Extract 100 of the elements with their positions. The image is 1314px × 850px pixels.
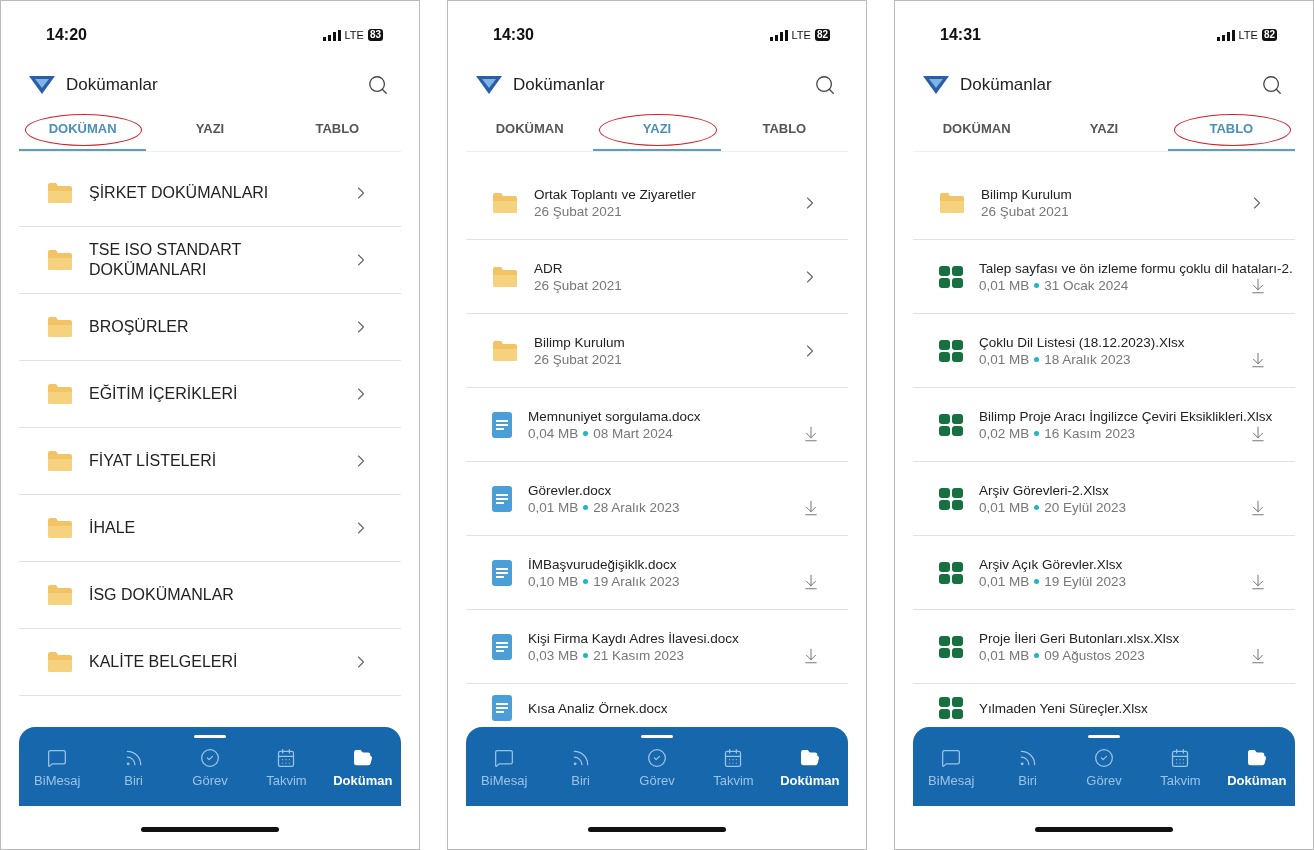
tab[interactable]: YAZI (593, 109, 721, 151)
list-item[interactable]: EĞİTİM İÇERİKLERİ (19, 361, 401, 428)
file-size: 0,01 MB (979, 276, 1030, 294)
status-time: 14:20 (46, 25, 87, 45)
download-icon[interactable] (1249, 351, 1267, 369)
list-item[interactable]: İHALE (19, 495, 401, 562)
list-item[interactable]: TSE ISO STANDART DOKÜMANLARI (19, 227, 401, 294)
tab[interactable]: YAZI (146, 109, 274, 151)
tab[interactable]: TABLO (273, 109, 401, 151)
list-item[interactable]: Bilimp Kurulum 26 Şubat 2021 (466, 314, 848, 388)
list-item[interactable]: Bilimp Kurulum 26 Şubat 2021 (913, 166, 1295, 240)
folder-icon (47, 383, 73, 405)
list-item[interactable]: BROŞÜRLER (19, 294, 401, 361)
status-time: 14:30 (493, 25, 534, 45)
item-date: 26 Şubat 2021 (534, 350, 622, 368)
logo-icon (923, 76, 949, 94)
drag-handle[interactable] (194, 735, 226, 738)
item-name: Kişi Firma Kaydı Adres İlavesi.docx (528, 629, 739, 647)
item-date: 19 Aralık 2023 (593, 572, 680, 590)
tab[interactable]: DOKÜMAN (913, 109, 1041, 151)
list-item[interactable]: Arşiv Görevleri-2.Xlsx 0,01 MB 20 Eylül 2023 (913, 462, 1295, 536)
tab[interactable]: DOKÜMAN (466, 109, 594, 151)
item-name: KALİTE BELGELERİ (89, 652, 239, 672)
tab[interactable]: TABLO (720, 109, 848, 151)
logo-icon (29, 76, 55, 94)
list-item[interactable]: Kişi Firma Kaydı Adres İlavesi.docx 0,03 MB 21 Kasım 2023 (466, 610, 848, 684)
search-icon[interactable] (367, 74, 389, 96)
download-icon[interactable] (1249, 277, 1267, 295)
search-icon[interactable] (814, 74, 836, 96)
item-date: 31 Ocak 2024 (1044, 276, 1129, 294)
list-item[interactable]: Yılmaden Yeni Süreçler.Xlsx (913, 694, 1295, 722)
check-circle-icon (1094, 748, 1114, 768)
list-item[interactable]: İSG DOKÜMANLAR (19, 562, 401, 629)
list-item[interactable]: Talep sayfası ve ön izleme formu çoklu dil hataları-2. 0,01 MB 31 Ocak 2024 (913, 240, 1295, 314)
spreadsheet-icon (939, 635, 963, 658)
folder-icon (799, 748, 820, 768)
chat-bubble-icon (47, 748, 68, 768)
signal-icon (322, 29, 341, 41)
item-name: Arşiv Görevleri-2.Xlsx (979, 481, 1109, 499)
folder-icon (47, 584, 73, 606)
download-icon[interactable] (1249, 573, 1267, 591)
document-icon (492, 485, 512, 512)
calendar-icon (1170, 748, 1191, 768)
list-item[interactable]: Ortak Toplantı ve Ziyaretler 26 Şubat 2021 (466, 166, 848, 240)
download-icon[interactable] (802, 573, 820, 591)
battery-level: 83 (367, 29, 383, 41)
download-icon[interactable] (1249, 425, 1267, 443)
tab[interactable]: YAZI (1040, 109, 1168, 151)
document-icon (492, 411, 512, 438)
list-item[interactable]: Kısa Analiz Örnek.docx (466, 694, 848, 722)
folder-icon (492, 339, 518, 362)
item-name: Bilimp Proje Aracı İngilizce Çeviri Eksiklikleri.Xlsx (979, 407, 1273, 425)
list-item[interactable]: ADR 26 Şubat 2021 (466, 240, 848, 314)
spreadsheet-icon (939, 413, 963, 436)
spreadsheet-icon (939, 697, 963, 719)
list-item[interactable]: Bilimp Proje Aracı İngilizce Çeviri Eksiklikleri.Xlsx 0,02 MB 16 Kasım 2023 (913, 388, 1295, 462)
spreadsheet-icon (939, 265, 963, 288)
download-icon[interactable] (802, 425, 820, 443)
nav-tab[interactable]: Doküman (1218, 748, 1296, 791)
check-circle-icon (647, 748, 667, 768)
network-label: LTE (1238, 27, 1258, 43)
file-size: 0,01 MB (979, 498, 1030, 516)
list-item[interactable]: Arşiv Açık Görevler.Xlsx 0,01 MB 19 Eylül 2023 (913, 536, 1295, 610)
item-name: İMBaşvurudeğişiklk.docx (528, 555, 677, 573)
tab[interactable]: TABLO (1167, 109, 1295, 151)
download-icon[interactable] (802, 647, 820, 665)
item-date: 21 Kasım 2023 (593, 646, 685, 664)
item-name: Çoklu Dil Listesi (18.12.2023).Xlsx (979, 333, 1185, 351)
drag-handle[interactable] (641, 735, 673, 738)
network-label: LTE (791, 27, 811, 43)
list-item[interactable]: KALİTE BELGELERİ (19, 629, 401, 696)
tab[interactable]: DOKÜMAN (19, 109, 147, 151)
nav-tab[interactable]: Doküman (771, 748, 849, 791)
nav-tab[interactable]: Doküman (324, 748, 402, 791)
list-item[interactable]: Proje İleri Geri Butonları.xlsx.Xlsx 0,01 MB 09 Ağustos 2023 (913, 610, 1295, 684)
item-date: 26 Şubat 2021 (534, 202, 622, 220)
list-item[interactable]: FİYAT LİSTELERİ (19, 428, 401, 495)
download-icon[interactable] (1249, 499, 1267, 517)
list-item[interactable]: İMBaşvurudeğişiklk.docx 0,10 MB 19 Aralık 2023 (466, 536, 848, 610)
page-title: Dokümanlar (66, 74, 159, 97)
download-icon[interactable] (1249, 647, 1267, 665)
item-name: Bilimp Kurulum (981, 185, 1072, 203)
file-size: 0,01 MB (979, 646, 1030, 664)
list-item[interactable]: ŞİRKET DOKÜMANLARI (19, 160, 401, 227)
network-label: LTE (344, 27, 364, 43)
item-name: EĞİTİM İÇERİKLERİ (89, 384, 239, 404)
list-item[interactable]: Memnuniyet sorgulama.docx 0,04 MB 08 Mart 2024 (466, 388, 848, 462)
check-circle-icon (200, 748, 220, 768)
calendar-icon (723, 748, 744, 768)
file-size: 0,10 MB (528, 572, 579, 590)
list-item[interactable]: Görevler.docx 0,01 MB 28 Aralık 2023 (466, 462, 848, 536)
list-item[interactable]: Çoklu Dil Listesi (18.12.2023).Xlsx 0,01 MB 18 Aralık 2023 (913, 314, 1295, 388)
drag-handle[interactable] (1088, 735, 1120, 738)
download-icon[interactable] (802, 499, 820, 517)
folder-icon (1246, 748, 1267, 768)
status-time: 14:31 (940, 25, 981, 45)
search-icon[interactable] (1261, 74, 1283, 96)
item-date: 09 Ağustos 2023 (1044, 646, 1145, 664)
battery-level: 82 (1261, 29, 1277, 41)
folder-icon (47, 517, 73, 539)
